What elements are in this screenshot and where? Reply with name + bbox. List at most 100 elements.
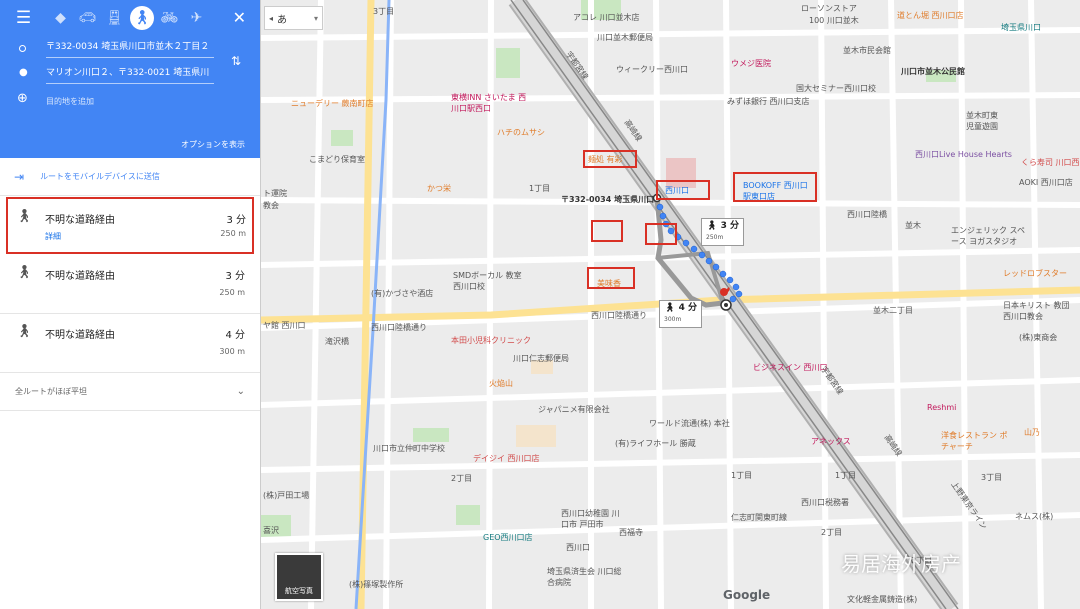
map-label: 川口市立仲町中学校 [373, 444, 445, 453]
flight-icon[interactable]: ✈ [183, 5, 210, 32]
bicycle-icon[interactable]: 🚲︎ [156, 5, 183, 32]
map-label: 1丁目 [731, 471, 753, 480]
map-label: 西川口幼稚園 川口市 戸田市 [561, 509, 620, 529]
route-callout-alt[interactable]: 🚶︎ 4 分 300m [659, 300, 702, 328]
map-label: 川口市並木公民館 [901, 67, 965, 76]
map-label: ヤ館 西川口 [263, 321, 306, 330]
map-label: ビジネスイン 西川口 [753, 363, 828, 372]
route-option-3[interactable]: 🚶︎ 不明な道路経由 4 分 300 m [0, 314, 260, 373]
map-label: 仁志町関東町線 [731, 513, 787, 522]
walk-icon: 🚶︎ [16, 209, 33, 224]
map-label: アネックス [811, 437, 851, 446]
map-label: 川口仁志郵便局 [513, 354, 569, 363]
route-distance: 250 m [219, 288, 245, 297]
map-label: 100 川口並木 [809, 16, 859, 25]
map-label: SMDボーカル 教室 西川口校 [453, 271, 522, 291]
map-label: 西川口陸橋通り [591, 311, 647, 320]
map-label: Reshmi [927, 403, 957, 412]
walk-icon: 🚶︎ [16, 324, 33, 339]
map-label: 埼玉県川口 [1001, 23, 1041, 32]
add-destination-label[interactable]: 目的地を追加 [46, 96, 94, 107]
map-label: 並木 [905, 221, 921, 230]
maps-app: ☰ ◆ 🚗︎ 🚆︎ 🚶︎ 🚲︎ ✈ ✕ 〒332-0034 埼玉県川口市並木２丁… [0, 0, 1080, 609]
map-label: ジャパニメ有限会社 [538, 405, 610, 414]
map-label: 文化軽金属鋳造(株) [847, 595, 918, 604]
map-label: 洋食レストラン ポチャーチ [941, 431, 1008, 451]
chevron-left-icon[interactable]: ◂ [265, 14, 277, 23]
menu-icon[interactable]: ☰ [10, 5, 37, 32]
callout-duration: 4 分 [678, 303, 697, 313]
map-label: 〒332-0034 埼玉県川口 [561, 195, 655, 204]
highlight-box [645, 223, 677, 245]
travel-modes: ☰ ◆ 🚗︎ 🚆︎ 🚶︎ 🚲︎ ✈ [0, 0, 260, 36]
map-label: (有)ライフホール 勝蔵 [615, 439, 696, 448]
map-label: 火焔山 [489, 379, 513, 388]
map-label: 川口並木郵便局 [597, 33, 653, 42]
map-label: ト運院 [263, 189, 287, 198]
map-label: 並木二丁目 [873, 306, 913, 315]
map-label: エンジェリック スペース ヨガスタジオ [951, 226, 1025, 246]
map-label: 教会 [263, 201, 279, 210]
route-option-1[interactable]: 🚶︎ 不明な道路経由 3 分 詳細 250 m [6, 197, 254, 254]
map-label: かつ栄 [427, 184, 451, 193]
map-label: 埼玉県済生会 川口総合病院 [547, 567, 622, 587]
car-icon[interactable]: 🚗︎ [74, 5, 101, 32]
ime-input-selector[interactable]: ◂ あ ▾ [264, 6, 323, 30]
map-label: (株)戸田工場 [263, 491, 310, 500]
map-label: 喜沢 [263, 526, 279, 535]
walk-icon: 🚶︎ [706, 221, 718, 231]
map-label: ハチのムサシ [497, 128, 545, 137]
route-callout-primary[interactable]: 🚶︎ 3 分 250m [701, 218, 744, 246]
swap-icon[interactable]: ⇅ [231, 54, 241, 68]
route-title: 不明な道路経由 [45, 271, 115, 282]
satellite-label: 航空写真 [285, 587, 313, 595]
callout-distance: 250m [706, 234, 724, 241]
elevation-summary[interactable]: 全ルートがほぼ平坦 ⌄ [0, 373, 260, 411]
route-duration: 3 分 [225, 271, 245, 282]
options-button[interactable]: オプションを表示 [181, 139, 245, 150]
route-details-link[interactable]: 詳細 [45, 231, 61, 242]
map-label: 1丁目 [529, 184, 551, 193]
route-title: 不明な道路経由 [45, 215, 115, 226]
transit-icon[interactable]: 🚆︎ [101, 5, 128, 32]
highlight-box [656, 180, 710, 200]
map-label: 西川口 [566, 543, 590, 552]
destination-input[interactable]: マリオン川口２、〒332-0021 埼玉県川 [46, 64, 214, 84]
add-destination-icon[interactable]: ⊕ [17, 91, 28, 106]
map-label: くら寿司 川口西口店 [1021, 158, 1080, 167]
map-label: レッドロブスター [1003, 269, 1067, 278]
directions-panel: ☰ ◆ 🚗︎ 🚆︎ 🚶︎ 🚲︎ ✈ ✕ 〒332-0034 埼玉県川口市並木２丁… [0, 0, 261, 609]
map-label: 西川口税務署 [801, 498, 849, 507]
satellite-toggle[interactable]: 航空写真 [275, 553, 323, 601]
walk-icon: 🚶︎ [664, 303, 676, 313]
walk-icon[interactable]: 🚶︎ [130, 6, 154, 30]
chevron-down-icon[interactable]: ▾ [314, 14, 322, 23]
route-duration: 3 分 [226, 215, 246, 226]
best-route-icon[interactable]: ◆ [47, 5, 74, 32]
route-distance: 300 m [219, 347, 245, 356]
map-label: (株)東商会 [1019, 333, 1058, 342]
send-to-mobile-row[interactable]: ⇥ ルートをモバイルデバイスに送信 [0, 158, 260, 196]
callout-distance: 300m [664, 316, 682, 323]
map-label: 3丁目 [373, 7, 395, 16]
map-label: 本田小児科クリニック [451, 336, 531, 345]
map-label: 日本キリスト 教団西川口教会 [1003, 301, 1070, 321]
map-label: 2丁目 [821, 528, 843, 537]
map-label: ウメジ医院 [731, 59, 771, 68]
map-label: 並木町東 児童遊園 [966, 111, 998, 131]
map-canvas[interactable]: ◂ あ ▾ 3丁目 アコレ 川口並木店 ローソンストア 100 川口並木 埼玉県… [261, 0, 1080, 609]
map-label: アコレ 川口並木店 [573, 13, 640, 22]
chevron-down-icon[interactable]: ⌄ [237, 386, 245, 397]
highlight-box [583, 150, 637, 168]
map-label: (株)篠塚製作所 [349, 580, 404, 589]
close-icon[interactable]: ✕ [233, 8, 246, 27]
map-label: 山乃 [1024, 428, 1040, 437]
map-label: みずほ銀行 西川口支店 [727, 97, 810, 106]
watermark: 易居海外房产 [841, 552, 961, 576]
map-label: ローソンストア [801, 4, 857, 13]
route-option-2[interactable]: 🚶︎ 不明な道路経由 3 分 250 m [0, 255, 260, 314]
origin-input[interactable]: 〒332-0034 埼玉県川口市並木２丁目２ [46, 38, 214, 58]
callout-duration: 3 分 [720, 221, 739, 231]
send-to-device-icon: ⇥ [14, 169, 25, 184]
map-label: こまどり保育室 [309, 155, 365, 164]
